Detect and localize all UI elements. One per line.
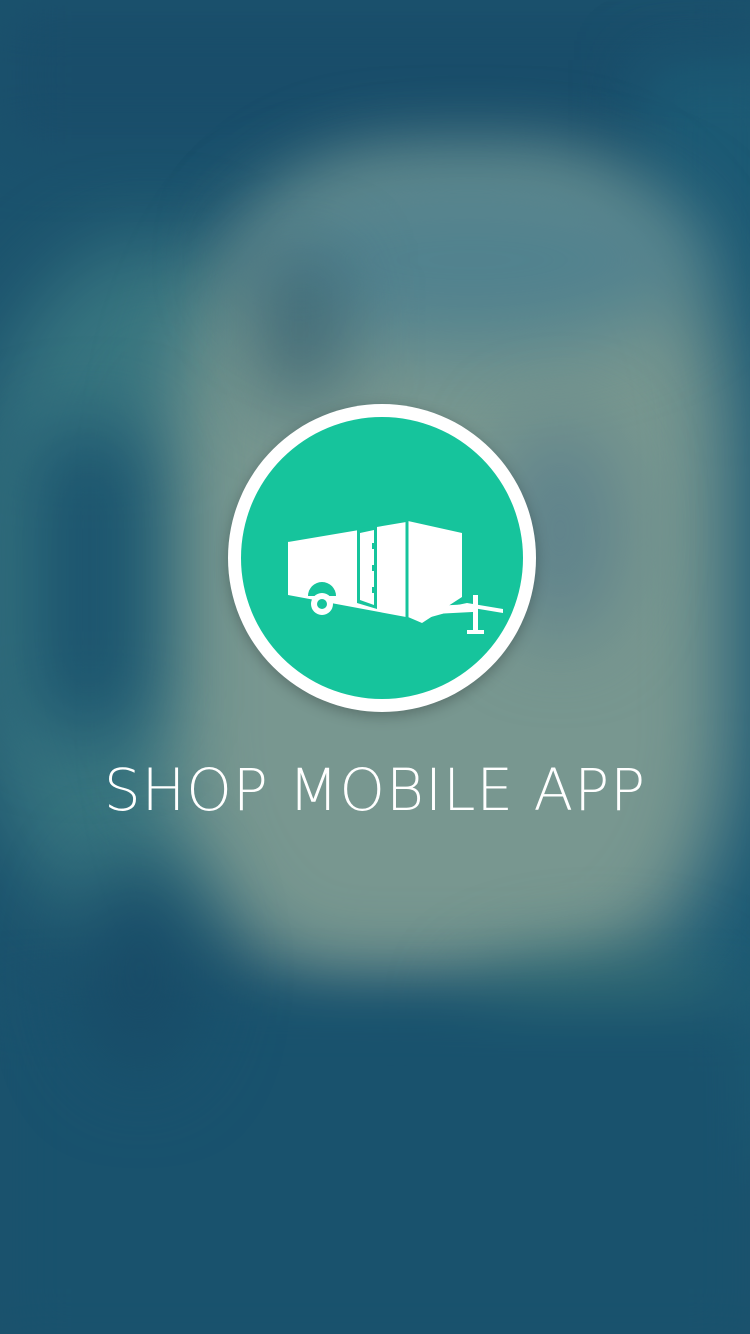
trailer-icon [287,520,503,634]
app-title: SHOP MOBILE APP [103,756,647,824]
logo-circle [241,417,523,699]
splash-screen: SHOP MOBILE APP [0,0,750,1334]
app-logo [228,404,536,712]
